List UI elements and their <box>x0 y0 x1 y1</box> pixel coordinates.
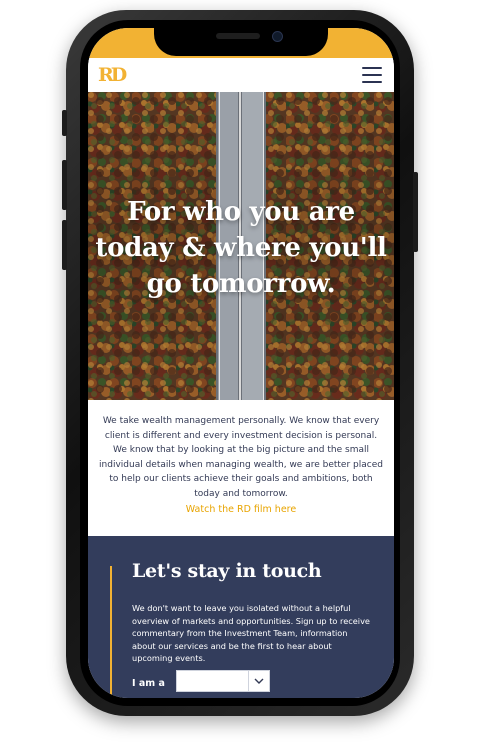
chevron-down-icon[interactable] <box>248 671 269 691</box>
hamburger-menu-icon[interactable] <box>362 67 382 83</box>
intro-section: We take wealth management personally. We… <box>88 400 394 536</box>
rd-logo[interactable]: RD <box>98 63 127 86</box>
hero-section: For who you are today & where you'll go … <box>88 92 394 400</box>
phone-screen: RD For who you are today & where you'll … <box>88 28 394 698</box>
speaker-grille <box>216 33 260 39</box>
silent-switch <box>62 110 67 136</box>
volume-down-button <box>62 220 67 270</box>
phone-notch <box>154 20 328 56</box>
front-camera-icon <box>272 31 283 42</box>
logo-text: RD <box>98 63 127 86</box>
volume-up-button <box>62 160 67 210</box>
intro-text: We take wealth management personally. We… <box>99 416 383 499</box>
contact-section: Let's stay in touch We don't want to lea… <box>88 536 394 698</box>
contact-text: We don't want to leave you isolated with… <box>132 603 370 663</box>
iam-select[interactable] <box>176 670 270 692</box>
site-header: RD <box>88 58 394 92</box>
hero-title: For who you are today & where you'll go … <box>95 197 387 299</box>
accent-rule <box>110 566 112 698</box>
contact-title: Let's stay in touch <box>132 560 322 582</box>
iam-label: I am a <box>132 678 165 689</box>
watch-film-link[interactable]: Watch the RD film here <box>88 504 394 515</box>
power-button <box>413 172 418 252</box>
